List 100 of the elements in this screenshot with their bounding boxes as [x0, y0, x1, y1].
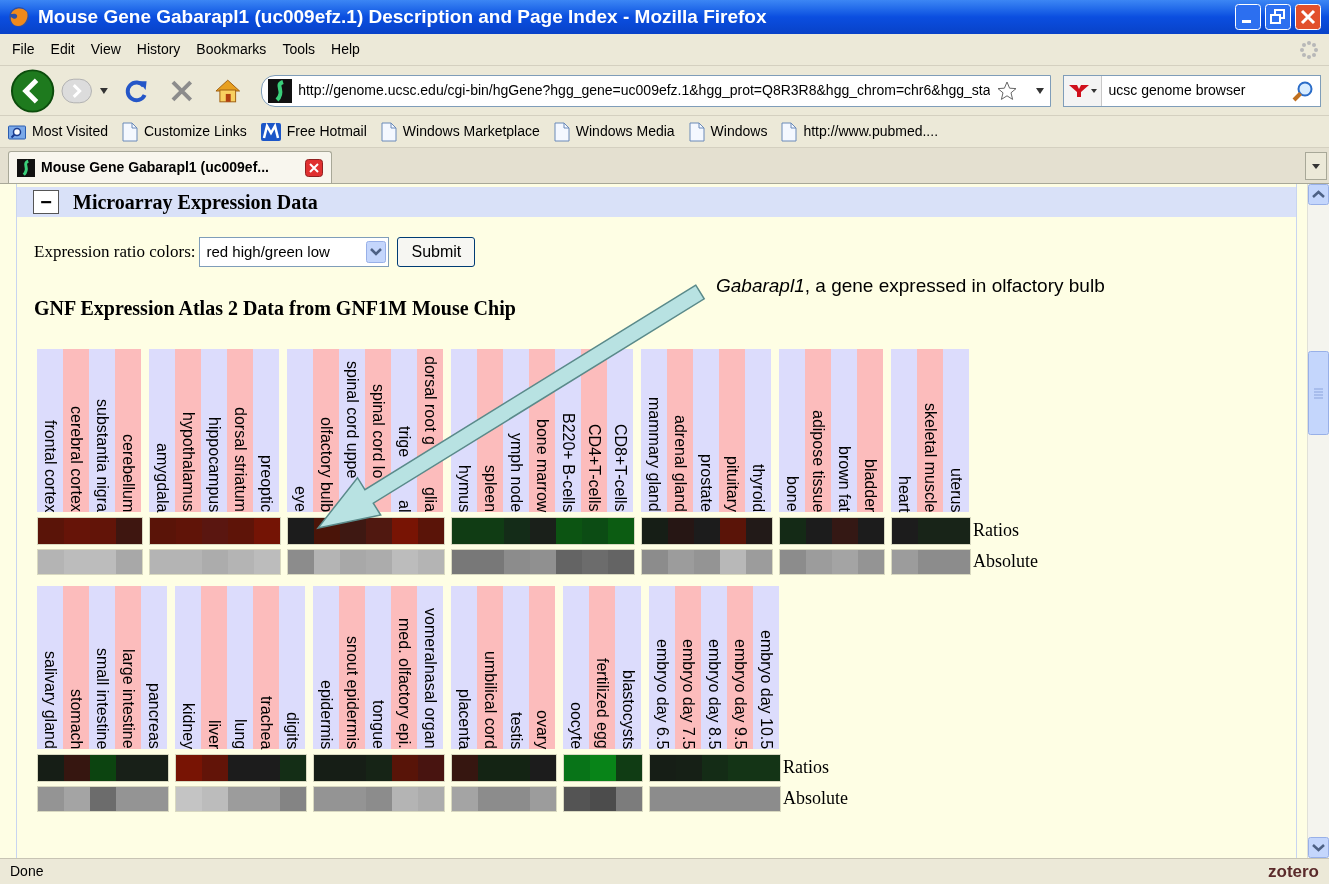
- search-text: ucsc genome browser: [1107, 81, 1247, 100]
- close-icon[interactable]: [305, 158, 323, 177]
- page-icon: [380, 121, 397, 142]
- column-header: small intestine: [89, 586, 115, 749]
- column-header: liver: [201, 586, 227, 749]
- column-header: fertilized egg: [589, 586, 615, 749]
- dropdown-icon[interactable]: [1036, 87, 1045, 94]
- column-header: bone: [779, 349, 805, 512]
- menu-item[interactable]: View: [82, 39, 129, 60]
- column-header: umbilical cord: [477, 586, 503, 749]
- page-icon: [553, 121, 570, 142]
- page-icon: [122, 121, 138, 142]
- browser-logo-icon: [8, 6, 30, 28]
- column-header: adrenal gland: [667, 349, 693, 512]
- column-header: hippocampus: [201, 349, 227, 512]
- column-header: trachea: [253, 586, 279, 749]
- page-icon: [781, 121, 798, 142]
- column-header: CD8+T-cells: [607, 349, 633, 512]
- browser-tab[interactable]: Mouse Gene Gabarapl1 (uc009ef...: [8, 151, 332, 183]
- tab-list-button[interactable]: [1305, 152, 1327, 180]
- field-label: Expression ratio colors:: [34, 241, 196, 264]
- column-header: substantia nigra: [89, 349, 115, 512]
- dropdown-icon[interactable]: [1090, 88, 1097, 93]
- menu-item[interactable]: History: [128, 39, 189, 60]
- collapse-button[interactable]: −: [33, 190, 59, 214]
- menu-item[interactable]: Tools: [274, 39, 324, 60]
- scroll-thumb[interactable]: [1308, 351, 1329, 435]
- home-icon[interactable]: [213, 77, 242, 104]
- section-heading: GNF Expression Atlas 2 Data from GNF1M Mouse Chip: [34, 296, 517, 322]
- color-select[interactable]: red high/green low: [199, 237, 390, 267]
- column-header: embryo day 6.5: [649, 586, 675, 749]
- row-label: Absolute: [783, 786, 848, 810]
- select-value: red high/green low: [206, 241, 331, 262]
- column-header: embryo day 7.5: [675, 586, 701, 749]
- minimize-icon[interactable]: [1235, 4, 1261, 30]
- column-header: amygdala: [149, 349, 175, 512]
- column-header: embryo day 8.5: [701, 586, 727, 749]
- column-header: salivary gland: [37, 586, 63, 749]
- row-label: Ratios: [973, 518, 1020, 542]
- scroll-down-icon[interactable]: [1308, 837, 1329, 858]
- bookmark-item[interactable]: http://www.pubmed....: [781, 121, 939, 142]
- column-header: adipose tissue: [805, 349, 831, 512]
- column-header: hypothalamus: [175, 349, 201, 512]
- column-header: kidney: [175, 586, 201, 749]
- search-icon[interactable]: [1292, 79, 1314, 102]
- page-icon: [688, 121, 705, 142]
- history-dropdown-icon[interactable]: [98, 86, 109, 95]
- column-header: frontal cortex: [37, 349, 63, 512]
- restore-icon[interactable]: [1265, 4, 1291, 30]
- column-header: stomach: [63, 586, 89, 749]
- addon-label[interactable]: zotero: [1268, 858, 1319, 884]
- menu-item[interactable]: Bookmarks: [188, 39, 275, 60]
- column-header: skeletal muscle: [917, 349, 943, 512]
- bookmark-item[interactable]: Customize Links: [122, 121, 247, 142]
- bookmark-item[interactable]: Windows Marketplace: [380, 121, 540, 142]
- bookmark-item[interactable]: Windows: [688, 121, 768, 142]
- column-header: uterus: [943, 349, 969, 512]
- scroll-up-icon[interactable]: [1308, 184, 1329, 205]
- menu-item[interactable]: File: [4, 39, 43, 60]
- column-header: bladder: [857, 349, 883, 512]
- column-label: glia: [421, 487, 440, 512]
- search-engine-icon[interactable]: [1068, 84, 1089, 97]
- loading-throbber-icon: [1299, 40, 1319, 60]
- folder-search-icon: [8, 123, 26, 140]
- menu-item[interactable]: Edit: [42, 39, 83, 60]
- window-title: Mouse Gene Gabarapl1 (uc009efz.1) Description and Page Index - Mozilla Firefox: [38, 4, 768, 29]
- site-icon: [17, 158, 35, 177]
- section-title: Microarray Expression Data: [73, 190, 318, 216]
- column-header: embryo day 9.5: [727, 586, 753, 749]
- column-label: trige: [395, 426, 414, 458]
- column-header: med. olfactory epi.: [391, 586, 417, 749]
- bookmark-star-icon[interactable]: [996, 79, 1019, 102]
- column-header: snout epidermis: [339, 586, 365, 749]
- column-header: prostate: [693, 349, 719, 512]
- column-header: cerebellum: [115, 349, 141, 512]
- vertical-scrollbar[interactable]: [1307, 184, 1329, 858]
- site-icon: [268, 78, 293, 103]
- search-field[interactable]: ucsc genome browser: [1063, 74, 1321, 107]
- tab-label: Mouse Gene Gabarapl1 (uc009ef...: [41, 158, 270, 177]
- hotmail-logo-icon: [260, 122, 281, 141]
- back-icon[interactable]: [10, 67, 56, 114]
- submit-button[interactable]: Submit: [397, 237, 476, 267]
- column-header: tongue: [365, 586, 391, 749]
- column-header: ovary: [529, 586, 555, 749]
- column-header: large intestine: [115, 586, 141, 749]
- bookmark-item[interactable]: Windows Media: [553, 121, 675, 142]
- column-header: oocyte: [563, 586, 589, 749]
- bookmark-item[interactable]: Most Visited: [8, 121, 108, 142]
- menu-item[interactable]: Help: [323, 39, 368, 60]
- column-header: heart: [891, 349, 917, 512]
- address-bar[interactable]: http://genome.ucsc.edu/cgi-bin/hgGene?hgg_gene=uc009efz.1&hgg_prot=Q8R3R8&hgg_chrom=chr6&hgg_sta: [261, 74, 1052, 107]
- column-header: testis: [503, 586, 529, 749]
- column-header: mammary gland: [641, 349, 667, 512]
- stop-icon[interactable]: [170, 78, 194, 103]
- column-label: al: [395, 499, 414, 512]
- column-header: cerebral cortex: [63, 349, 89, 512]
- column-header: eye: [287, 349, 313, 512]
- bookmark-item[interactable]: Free Hotmail: [260, 121, 367, 142]
- dropdown-icon[interactable]: [1312, 163, 1320, 169]
- dropdown-icon[interactable]: [366, 241, 387, 263]
